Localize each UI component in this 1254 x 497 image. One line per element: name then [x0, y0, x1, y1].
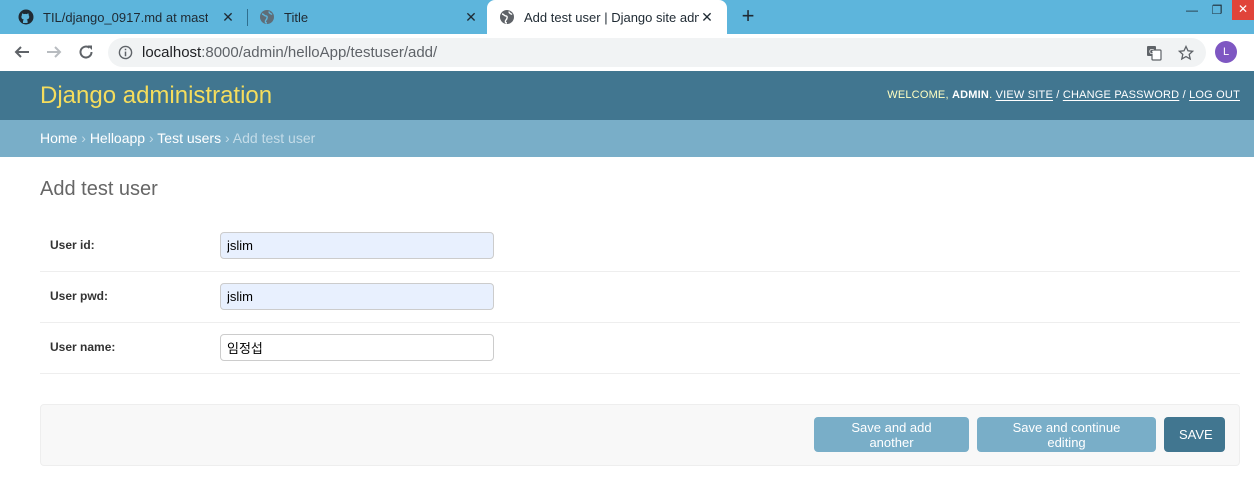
minimize-icon[interactable]: —	[1184, 0, 1200, 20]
breadcrumb-current: Add test user	[232, 130, 316, 146]
close-window-icon[interactable]: ✕	[1232, 0, 1254, 20]
site-brand[interactable]: Django administration	[40, 82, 272, 110]
breadcrumb-model[interactable]: Test users	[157, 130, 221, 146]
change-password-link[interactable]: CHANGE PASSWORD	[1063, 89, 1179, 101]
browser-tab-title[interactable]: Title ✕	[241, 0, 487, 34]
tab-title: Title	[284, 9, 309, 25]
save-and-add-another-button[interactable]: Save and add another	[814, 417, 969, 452]
admin-header: Django administration WELCOME, ADMIN. VI…	[0, 71, 1254, 120]
breadcrumb-trail: Home › Helloapp › Test users › Add test …	[40, 130, 315, 146]
bookmark-star-icon[interactable]	[1178, 45, 1194, 61]
browser-tab-strip: TIL/django_0917.md at master · ✕ Title ✕…	[0, 0, 1254, 34]
svg-text:G: G	[1149, 48, 1154, 56]
form-row-user-pwd: User pwd:	[40, 271, 1240, 323]
browser-tab-active[interactable]: Add test user | Django site adm ✕	[487, 0, 727, 34]
info-icon[interactable]	[118, 45, 133, 60]
page-title: Add test user	[40, 178, 158, 200]
breadcrumb-separator: ›	[148, 130, 154, 146]
submit-row: Save and add another Save and continue e…	[40, 404, 1240, 466]
github-icon	[18, 9, 34, 25]
breadcrumb-app[interactable]: Helloapp	[90, 130, 145, 146]
breadcrumb-home[interactable]: Home	[40, 130, 77, 146]
breadcrumb-separator: ›	[81, 130, 86, 146]
url-host: localhost	[142, 44, 202, 61]
address-bar[interactable]: localhost:8000/admin/helloApp/testuser/a…	[108, 38, 1206, 67]
form-row-user-name: User name:	[40, 322, 1240, 374]
browser-toolbar: localhost:8000/admin/helloApp/testuser/a…	[0, 34, 1254, 72]
restore-icon[interactable]: ❐	[1209, 0, 1225, 20]
close-tab-icon[interactable]: ✕	[220, 9, 236, 25]
tab-title: Add test user | Django site adm	[524, 9, 699, 25]
globe-icon	[259, 9, 275, 25]
user-pwd-input[interactable]	[220, 283, 494, 310]
reload-icon[interactable]	[74, 40, 98, 64]
forward-arrow-icon[interactable]	[42, 40, 66, 64]
save-and-continue-button[interactable]: Save and continue editing	[977, 417, 1156, 452]
separator: /	[1056, 89, 1060, 101]
profile-avatar[interactable]: L	[1215, 41, 1237, 63]
user-id-input[interactable]	[220, 232, 494, 259]
period-text: .	[989, 89, 993, 101]
url-text: localhost:8000/admin/helloApp/testuser/a…	[142, 44, 437, 61]
log-out-link[interactable]: LOG OUT	[1189, 89, 1240, 101]
form-row-user-id: User id:	[40, 220, 1240, 272]
browser-tab-github[interactable]: TIL/django_0917.md at master · ✕	[0, 0, 246, 34]
translate-icon[interactable]: G	[1146, 45, 1162, 61]
user-name-label: User name:	[50, 340, 116, 354]
separator: /	[1182, 89, 1186, 101]
user-pwd-label: User pwd:	[50, 289, 109, 303]
url-path: :8000/admin/helloApp/testuser/add/	[201, 44, 438, 61]
username: ADMIN	[952, 89, 990, 101]
user-id-label: User id:	[50, 238, 95, 252]
save-button[interactable]: SAVE	[1164, 417, 1225, 452]
tab-title: TIL/django_0917.md at master ·	[43, 9, 208, 25]
welcome-text: WELCOME,	[887, 89, 949, 101]
breadcrumb: Home › Helloapp › Test users › Add test …	[0, 120, 1254, 157]
user-name-input[interactable]	[220, 334, 494, 361]
new-tab-icon[interactable]: +	[738, 5, 758, 27]
globe-icon	[499, 9, 515, 25]
close-tab-icon[interactable]: ✕	[699, 9, 715, 25]
close-tab-icon[interactable]: ✕	[463, 9, 479, 25]
view-site-link[interactable]: VIEW SITE	[996, 89, 1053, 101]
user-tools: WELCOME, ADMIN. VIEW SITE / CHANGE PASSW…	[887, 89, 1240, 101]
breadcrumb-separator: ›	[224, 130, 230, 146]
back-arrow-icon[interactable]	[10, 40, 34, 64]
